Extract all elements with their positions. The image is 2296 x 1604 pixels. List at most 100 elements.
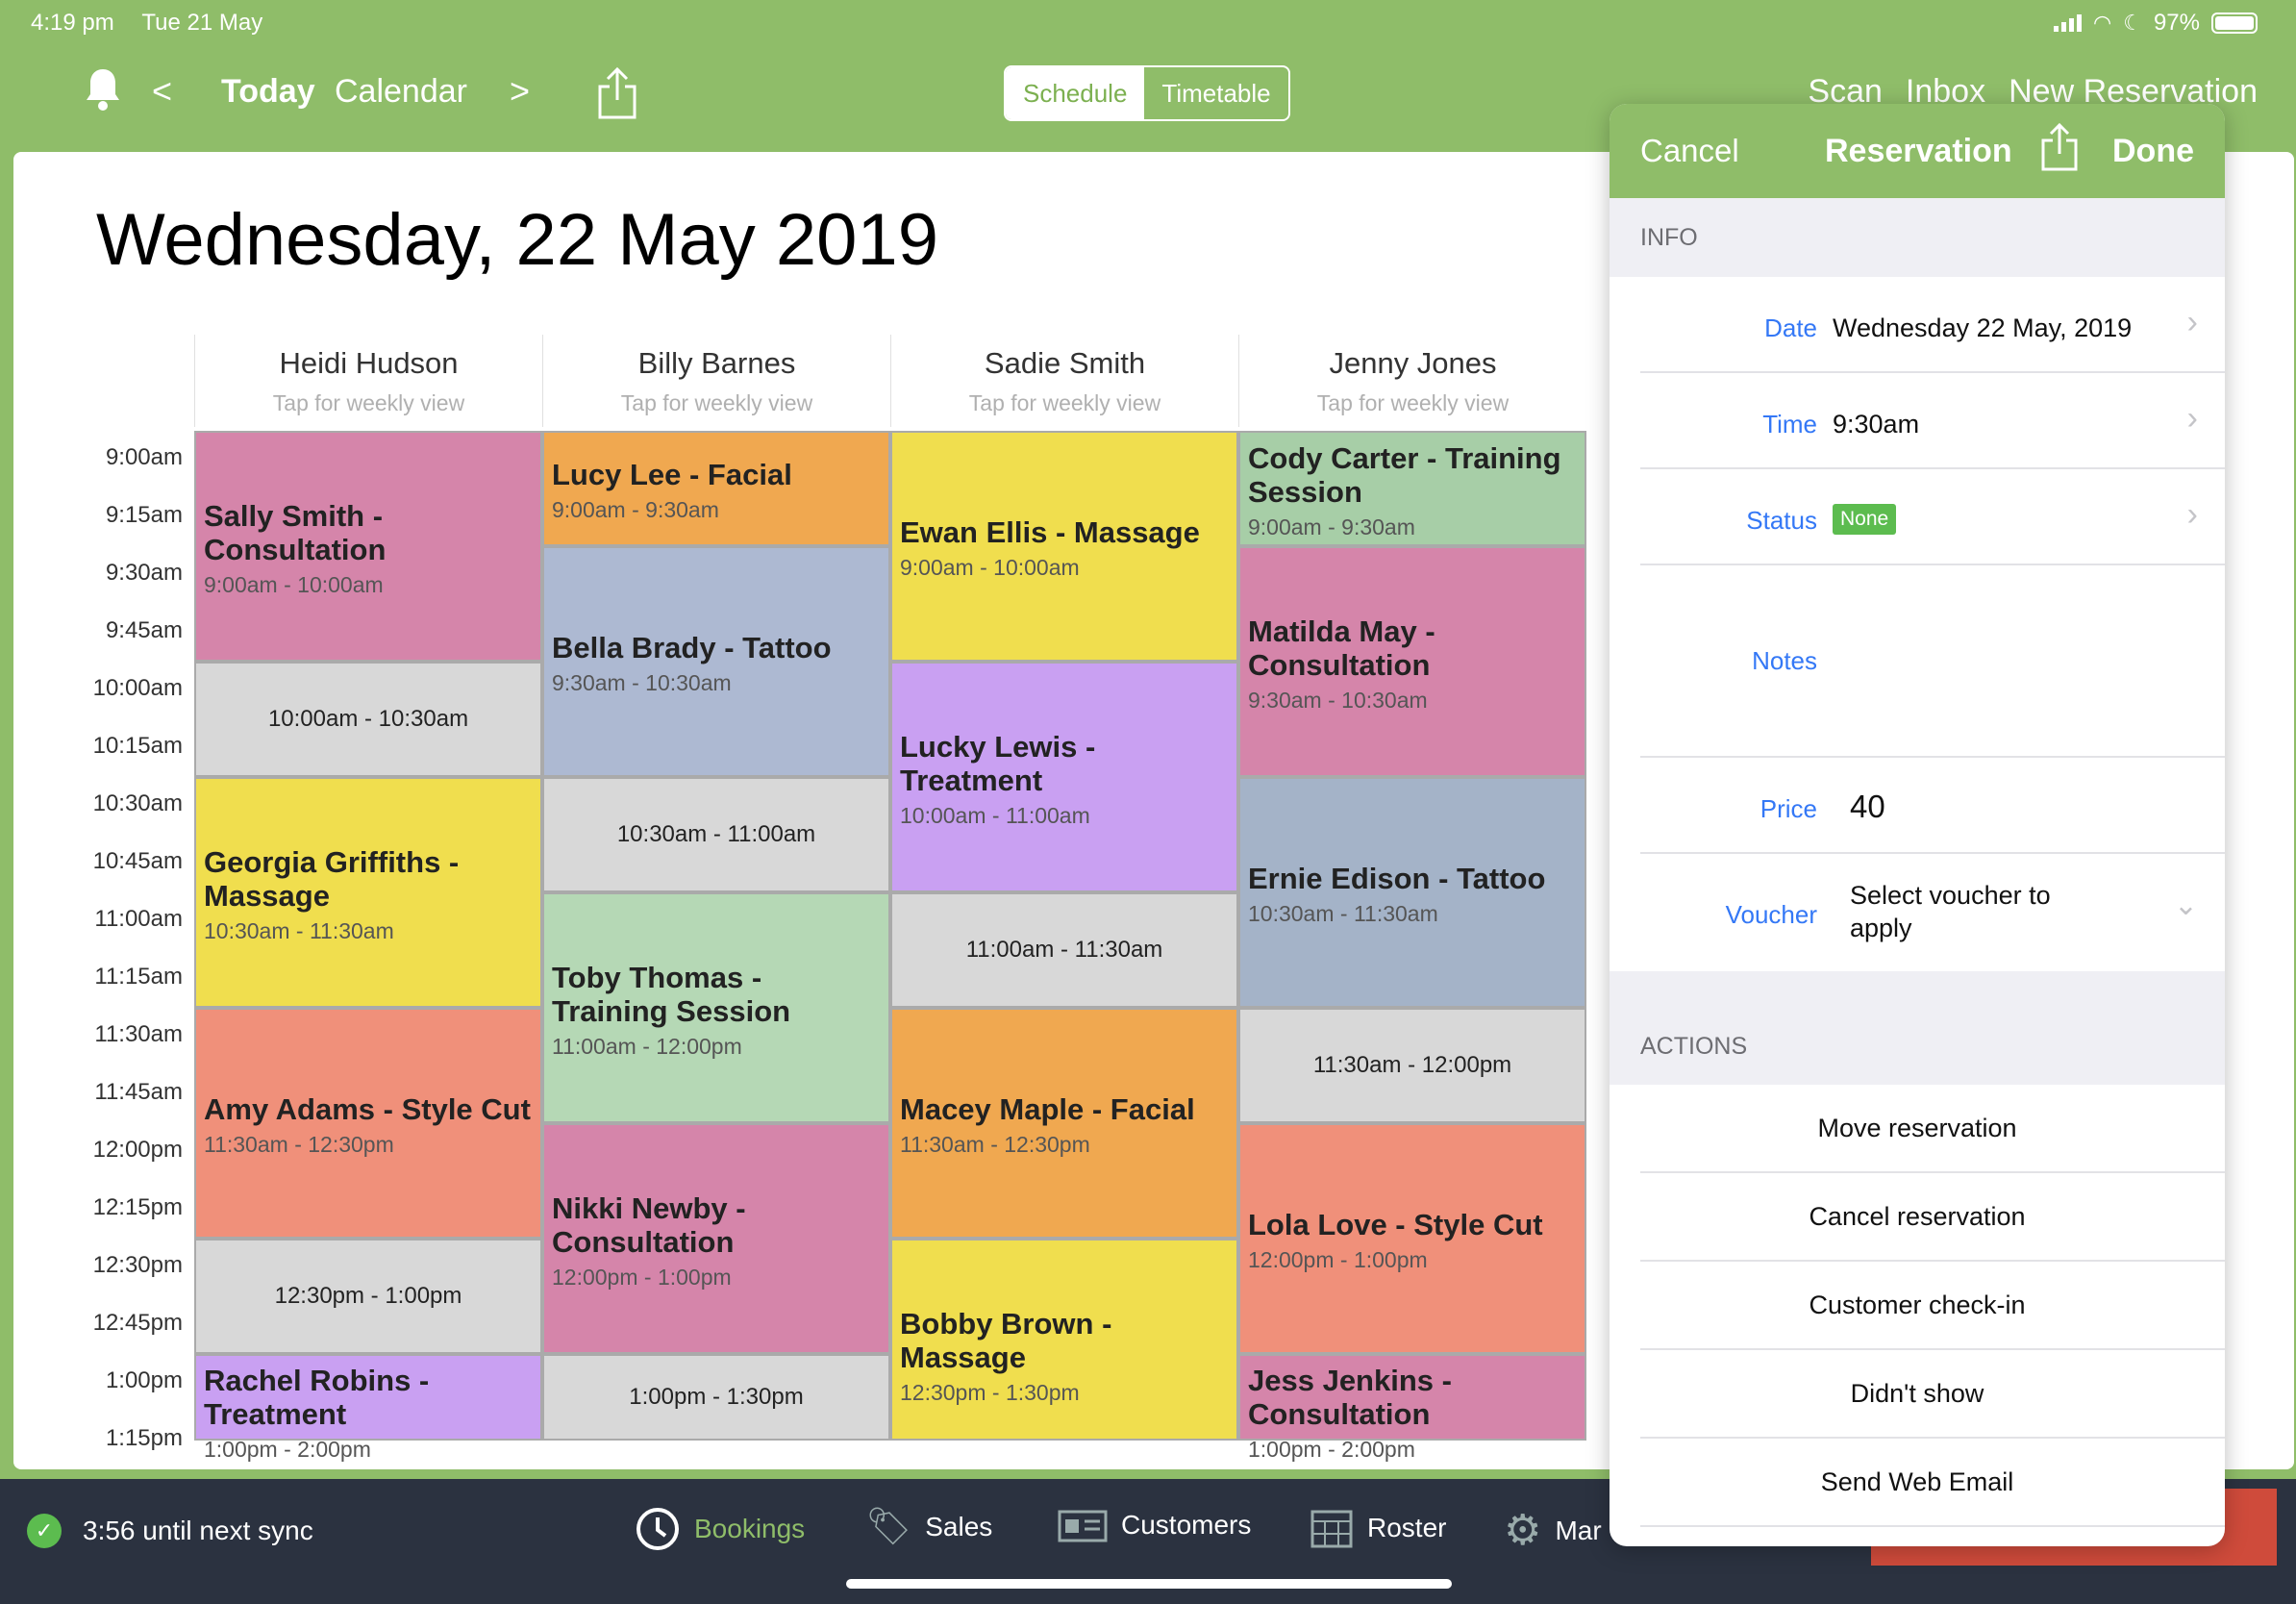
time-slot-label: 11:45am (94, 1079, 183, 1105)
free-slot[interactable]: 10:30am - 11:00am (542, 777, 890, 892)
signal-icon (2054, 14, 2083, 32)
free-slot[interactable]: 10:00am - 10:30am (194, 662, 542, 777)
today-button[interactable]: Today (221, 73, 315, 111)
time-slot-label: 10:00am (92, 675, 183, 701)
status-row[interactable]: Status None › (1610, 469, 2225, 565)
tab-more[interactable]: ⚙ Mar (1504, 1506, 1602, 1555)
free-slot[interactable]: 11:30am - 12:00pm (1238, 1008, 1586, 1123)
booking-title: Georgia Griffiths - Massage (204, 844, 460, 913)
tag-icon: 🏷 (865, 1507, 912, 1547)
booking-block[interactable]: Matilda May - Consultation 9:30am - 10:30… (1238, 546, 1586, 777)
free-slot[interactable]: 12:30pm - 1:00pm (194, 1239, 542, 1354)
status-time: 4:19 pm (31, 10, 114, 36)
cards-icon (1058, 1510, 1108, 1542)
booking-block[interactable]: Cody Carter - Training Session 9:00am - 9… (1238, 431, 1586, 546)
time-label: Time (1762, 410, 1817, 439)
booking-block[interactable]: Lucy Lee - Facial 9:00am - 9:30am (542, 431, 890, 546)
staff-name: Heidi Hudson (279, 346, 459, 380)
share-icon[interactable] (596, 65, 638, 124)
tab-bookings[interactable]: Bookings (635, 1506, 805, 1552)
time-row[interactable]: Time 9:30am › (1610, 373, 2225, 469)
booking-block[interactable]: Sally Smith - Consultation 9:00am - 10:00… (194, 431, 542, 662)
previous-day-button[interactable]: < (152, 71, 172, 112)
booking-time: 9:00am - 9:30am (1248, 514, 1415, 539)
status-badge: None (1833, 504, 1897, 535)
staff-column-header[interactable]: Billy Barnes Tap for weekly view (542, 335, 890, 427)
time-slot-label: 1:00pm (105, 1367, 183, 1393)
voucher-select[interactable]: Select voucher to apply (1850, 879, 2071, 944)
view-toggle: Schedule Timetable (1004, 65, 1290, 121)
booking-time: 9:00am - 10:00am (900, 555, 1080, 580)
bell-icon[interactable] (85, 67, 121, 116)
voucher-label: Voucher (1725, 900, 1817, 929)
tab-sales[interactable]: 🏷 Sales (865, 1506, 992, 1548)
tab-label: Customers (1121, 1510, 1252, 1540)
booking-title: Nikki Newby - Consultation (552, 1190, 746, 1259)
calendar-button[interactable]: Calendar (335, 73, 467, 111)
booking-time: 11:30am - 12:30pm (204, 1132, 394, 1157)
booking-time: 10:30am - 11:30am (1248, 901, 1438, 926)
didnt-show-button[interactable]: Didn't show (1610, 1350, 2225, 1439)
booking-block[interactable]: Jess Jenkins - Consultation 1:00pm - 2:00… (1238, 1354, 1586, 1462)
date-value: Wednesday 22 May, 2019 (1833, 313, 2133, 342)
booking-block[interactable]: Ewan Ellis - Massage 9:00am - 10:00am (890, 431, 1238, 662)
booking-block[interactable]: Bobby Brown - Massage 12:30pm - 1:30pm (890, 1239, 1238, 1441)
voucher-row[interactable]: Voucher Select voucher to apply ⌄ (1610, 854, 2225, 971)
free-slot-time: 10:30am - 11:00am (616, 821, 816, 847)
time-slot-label: 11:00am (94, 906, 183, 932)
timetable-tab[interactable]: Timetable (1144, 67, 1287, 119)
weekly-view-hint: Tap for weekly view (620, 390, 813, 415)
booking-block[interactable]: Rachel Robins - Treatment 1:00pm - 2:00pm (194, 1354, 542, 1462)
booking-time: 10:30am - 11:30am (204, 917, 394, 943)
booking-title: Amy Adams - Style Cut (204, 1092, 531, 1126)
chevron-down-icon: ⌄ (2173, 890, 2198, 921)
staff-column-header[interactable]: Sadie Smith Tap for weekly view (890, 335, 1238, 427)
time-slot-label: 12:15pm (92, 1194, 183, 1220)
schedule-tab[interactable]: Schedule (1006, 67, 1145, 119)
booking-block[interactable]: Bella Brady - Tattoo 9:30am - 10:30am (542, 546, 890, 777)
share-icon[interactable] (2040, 121, 2079, 178)
booking-block[interactable]: Nikki Newby - Consultation 12:00pm - 1:00… (542, 1123, 890, 1354)
tab-customers[interactable]: Customers (1058, 1506, 1251, 1544)
price-input[interactable]: 40 (1850, 789, 1885, 825)
cancel-reservation-button[interactable]: Cancel reservation (1610, 1173, 2225, 1262)
booking-block[interactable]: Ernie Edison - Tattoo 10:30am - 11:30am (1238, 777, 1586, 1008)
booking-block[interactable]: Macey Maple - Facial 11:30am - 12:30pm (890, 1008, 1238, 1239)
free-slot-time: 12:30pm - 1:00pm (274, 1283, 462, 1309)
booking-title: Macey Maple - Facial (900, 1092, 1195, 1126)
booking-title: Sally Smith - Consultation (204, 498, 387, 566)
booking-block[interactable]: Lucky Lewis - Treatment 10:00am - 11:00am (890, 662, 1238, 892)
tab-roster[interactable]: Roster (1310, 1506, 1446, 1550)
free-slot[interactable]: 11:00am - 11:30am (890, 892, 1238, 1008)
staff-name: Jenny Jones (1329, 346, 1497, 380)
free-slot-time: 11:00am - 11:30am (965, 937, 1163, 963)
popover-title: Reservation (1825, 133, 2012, 169)
booking-block[interactable]: Georgia Griffiths - Massage 10:30am - 11:… (194, 777, 542, 1008)
booking-block[interactable]: Amy Adams - Style Cut 11:30am - 12:30pm (194, 1008, 542, 1239)
notes-row[interactable]: Notes (1610, 565, 2225, 758)
staff-name: Billy Barnes (637, 346, 796, 380)
check-icon: ✓ (27, 1514, 62, 1548)
staff-column-header[interactable]: Jenny Jones Tap for weekly view (1238, 335, 1586, 427)
next-day-button[interactable]: > (510, 71, 530, 112)
free-slot[interactable]: 1:00pm - 1:30pm (542, 1354, 890, 1441)
tab-label: Roster (1367, 1513, 1447, 1542)
booking-time: 12:00pm - 1:00pm (552, 1264, 732, 1290)
booking-block[interactable]: Toby Thomas - Training Session 11:00am - … (542, 892, 890, 1123)
done-button[interactable]: Done (2112, 133, 2194, 170)
customer-check-in-button[interactable]: Customer check-in (1610, 1262, 2225, 1350)
booking-time: 10:00am - 11:00am (900, 802, 1090, 828)
booking-time: 1:00pm - 2:00pm (1248, 1437, 1415, 1462)
price-row[interactable]: Price 40 (1610, 758, 2225, 854)
time-slot-label: 10:45am (92, 848, 183, 874)
booking-block[interactable]: Lola Love - Style Cut 12:00pm - 1:00pm (1238, 1123, 1586, 1354)
move-reservation-button[interactable]: Move reservation (1610, 1085, 2225, 1173)
date-row[interactable]: Date Wednesday 22 May, 2019 › (1610, 277, 2225, 373)
staff-name: Sadie Smith (984, 346, 1146, 380)
send-web-email-button[interactable]: Send Web Email (1610, 1439, 2225, 1527)
cancel-button[interactable]: Cancel (1640, 133, 1739, 169)
home-indicator (846, 1579, 1452, 1589)
booking-title: Matilda May - Consultation (1248, 614, 1435, 682)
staff-column-header[interactable]: Heidi Hudson Tap for weekly view (194, 335, 542, 427)
clock-icon (636, 1508, 679, 1550)
